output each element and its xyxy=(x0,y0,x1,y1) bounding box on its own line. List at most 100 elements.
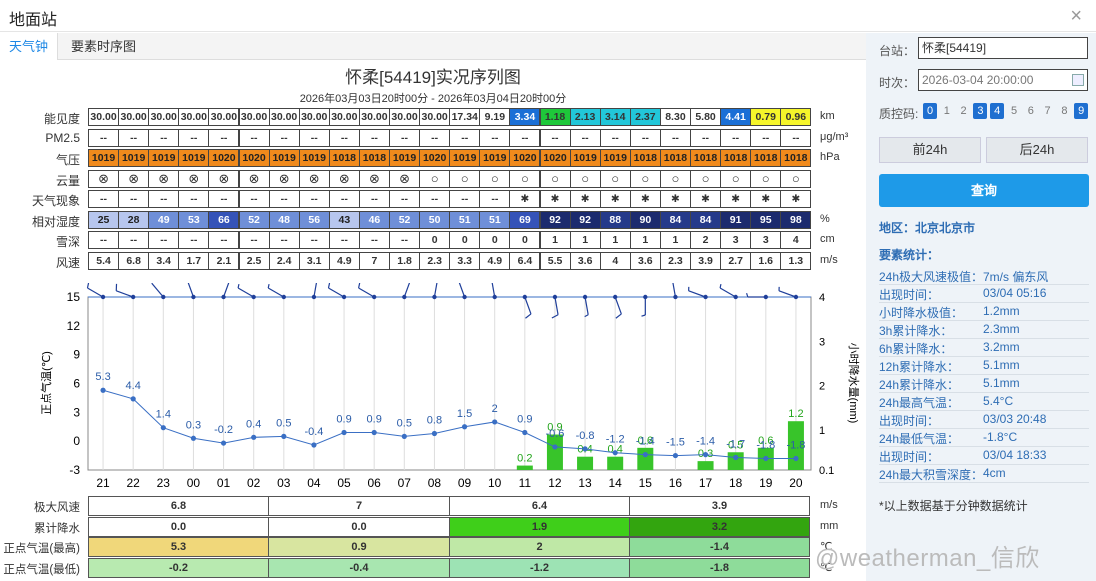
temperature-point xyxy=(431,430,438,437)
left-tick-label: 12 xyxy=(67,319,81,333)
table-cell: 2.4 xyxy=(268,251,300,270)
qc-code-5[interactable]: 5 xyxy=(1007,103,1021,119)
hour-tick-label: 17 xyxy=(699,476,713,490)
stat-value: 5.1mm xyxy=(983,376,1020,390)
table-cell: 1019 xyxy=(449,149,481,167)
table-cell: 2 xyxy=(690,231,722,249)
precip-label: 0.2 xyxy=(517,453,532,465)
summary-row-label: 正点气温(最低) xyxy=(3,563,80,576)
table-cell: 90 xyxy=(629,210,661,229)
qc-code-8[interactable]: 8 xyxy=(1057,103,1071,119)
table-cell: 28 xyxy=(118,210,150,229)
table-cell: 4 xyxy=(780,231,812,249)
table-cell: ✱ xyxy=(629,190,661,208)
temperature-point xyxy=(522,429,528,436)
table-cell: -- xyxy=(268,128,300,147)
calendar-icon[interactable] xyxy=(1072,74,1084,86)
row-label: 气压 xyxy=(55,153,80,167)
precip-bar xyxy=(697,461,714,470)
qc-code-3[interactable]: 3 xyxy=(973,103,988,119)
table-cell: 50 xyxy=(419,210,451,229)
precip-bar xyxy=(516,465,533,470)
table-cell: -- xyxy=(118,128,150,147)
row-label: 能见度 xyxy=(43,112,80,126)
qc-code-7[interactable]: 7 xyxy=(1041,103,1055,119)
stat-value: 5.4°C xyxy=(983,394,1014,408)
table-cell: -- xyxy=(88,190,120,208)
qc-code-4[interactable]: 4 xyxy=(990,103,1005,119)
stat-row: 24h极大风速极值： 7m/s 偏东风 xyxy=(879,268,1089,285)
wind-barb xyxy=(491,283,496,298)
hour-tick-label: 16 xyxy=(669,476,683,490)
table-cell: 5.5 xyxy=(539,251,571,270)
table-cell: 52 xyxy=(389,210,421,229)
precip-label: 1.2 xyxy=(788,408,803,420)
stat-value: 7m/s 偏东风 xyxy=(983,270,1049,284)
wind-barb xyxy=(116,290,134,298)
hour-tick-label: 08 xyxy=(428,476,442,490)
row-unit: m/s xyxy=(820,253,838,266)
table-cell: 1.18 xyxy=(539,108,571,126)
right-tick-label: 4 xyxy=(819,292,825,304)
table-cell: 4 xyxy=(599,251,631,270)
table-cell: -- xyxy=(449,128,481,147)
table-cell: -- xyxy=(690,128,722,147)
stat-row: 出现时间： 03/04 05:16 xyxy=(879,286,1089,303)
table-cell: 84 xyxy=(690,210,722,229)
table-cell: 30.00 xyxy=(208,108,240,126)
table-cell: -- xyxy=(599,128,631,147)
tab-element-series[interactable]: 要素时序图 xyxy=(62,33,145,60)
qc-code-6[interactable]: 6 xyxy=(1024,103,1038,119)
temperature-point xyxy=(160,425,166,431)
table-cell: 1019 xyxy=(88,149,120,167)
wind-barb xyxy=(524,296,532,315)
row-unit: cm xyxy=(820,233,835,245)
next-24h-button[interactable]: 后24h xyxy=(986,137,1088,163)
table-cell: 2.3 xyxy=(419,251,451,270)
hour-tick-label: 20 xyxy=(789,476,803,490)
station-input[interactable]: 怀柔[54419] xyxy=(918,37,1088,59)
table-cell: -- xyxy=(509,128,541,147)
table-cell: -- xyxy=(479,190,511,208)
tab-weather-clock[interactable]: 天气钟 xyxy=(0,33,59,60)
table-cell: 1020 xyxy=(539,149,571,167)
station-label: 台站： xyxy=(879,44,916,58)
table-cell: ✱ xyxy=(539,190,571,208)
stat-label: 小时降水极值： xyxy=(879,306,964,320)
table-cell: ○ xyxy=(659,169,691,188)
close-icon[interactable]: × xyxy=(1070,6,1082,26)
table-cell: 92 xyxy=(569,210,601,229)
time-input[interactable]: 2026-03-04 20:00:00 xyxy=(918,69,1088,91)
qc-code-2[interactable]: 2 xyxy=(957,103,971,119)
table-cell: -- xyxy=(178,190,210,208)
qc-code-0[interactable]: 0 xyxy=(923,103,937,119)
query-button[interactable]: 查询 xyxy=(879,174,1089,207)
hour-tick-label: 03 xyxy=(277,476,291,490)
table-cell: -- xyxy=(419,128,451,147)
qc-code-1[interactable]: 1 xyxy=(940,103,954,119)
summary-row-label: 正点气温(最高) xyxy=(3,543,80,555)
temperature-point xyxy=(672,452,679,459)
table-cell: 3.4 xyxy=(148,251,180,270)
table-cell: 43 xyxy=(328,210,360,229)
temperature-point xyxy=(311,442,317,448)
row-unit: hPa xyxy=(820,151,840,163)
table-cell: -- xyxy=(389,190,421,208)
qc-code-9[interactable]: 9 xyxy=(1074,103,1089,119)
summary-cell: -0.2 xyxy=(88,557,269,578)
table-cell: -- xyxy=(208,231,240,249)
table-cell: 51 xyxy=(479,210,511,229)
table-cell: ✱ xyxy=(750,190,782,208)
table-cell: 0 xyxy=(479,231,511,249)
table-cell: 3 xyxy=(750,231,782,249)
temperature-label: 4.4 xyxy=(126,380,141,392)
table-cell: 1020 xyxy=(509,149,541,167)
table-cell: 92 xyxy=(539,210,571,229)
temperature-label: 0.5 xyxy=(276,417,291,429)
observation-table: 能见度 km 30.00 30.00 30.00 30.00 30.00 30.00 30.00… xyxy=(0,108,866,274)
temperature-point xyxy=(612,450,618,456)
row-label: 雪深 xyxy=(55,235,80,249)
table-cell: 0.79 xyxy=(750,108,782,126)
prev-24h-button[interactable]: 前24h xyxy=(879,137,981,163)
temperature-point xyxy=(401,433,407,439)
